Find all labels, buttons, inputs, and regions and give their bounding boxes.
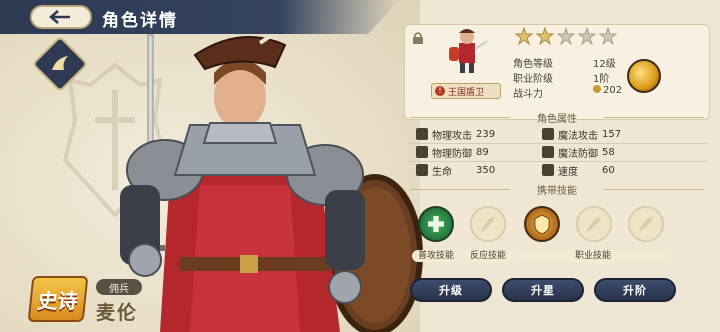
magic-wand-icon <box>542 128 554 140</box>
crest-shield-icon <box>534 214 550 235</box>
stat-magic-defense: 魔法防御 58 <box>542 144 690 160</box>
detail-panel: ! 王国盾卫 角色等级 12级 职业阶级 1阶 战斗力 202 角色属性 物理攻… <box>404 20 710 302</box>
magic-shield-icon <box>542 146 554 158</box>
class-skill-slot-1[interactable] <box>524 206 560 242</box>
class-skill-slot-2[interactable] <box>576 206 612 242</box>
level-up-button[interactable]: 升级 <box>410 278 492 302</box>
attributes-title: 角色属性 <box>404 110 710 125</box>
stat-speed: 速度 60 <box>542 162 690 178</box>
back-arrow-icon <box>49 10 70 24</box>
stat-magic-attack: 魔法攻击 157 <box>542 126 690 142</box>
skills-title: 携带技能 <box>404 182 710 197</box>
rarity-badge: 史诗 <box>27 276 89 322</box>
star-empty-icon <box>578 27 596 45</box>
feather-icon <box>480 216 496 232</box>
page-title: 角色详情 <box>102 11 178 31</box>
heal-cross-icon <box>428 216 444 232</box>
star-icon <box>515 27 533 45</box>
normal-skill-label: 普攻技能 <box>412 250 460 262</box>
rank-up-button[interactable]: 升阶 <box>594 278 676 302</box>
normal-skill-slot[interactable] <box>418 206 454 242</box>
star-icon <box>536 27 554 45</box>
feather-icon <box>638 216 654 232</box>
character-sprite <box>449 29 488 73</box>
info-row-rank: 职业阶级 1阶 <box>513 74 610 85</box>
power-icon <box>593 85 601 93</box>
game-screen: 角色详情 史诗 佣兵 麦伦 ! 王国盾卫 角色等级 12级 职业阶级 1阶 战斗… <box>0 0 720 332</box>
reaction-skill-label: 反应技能 <box>464 250 512 262</box>
back-button[interactable] <box>30 5 92 29</box>
wing-crest-icon <box>52 56 68 70</box>
class-skill-gem[interactable] <box>627 59 661 93</box>
star-empty-icon <box>599 27 617 45</box>
info-row-power: 战斗力 202 <box>513 85 623 100</box>
sword-icon <box>416 128 428 140</box>
class-skill-slot-3[interactable] <box>628 206 664 242</box>
heart-icon <box>416 164 428 176</box>
feather-icon <box>586 216 602 232</box>
power-value: 202 <box>593 85 622 96</box>
info-card: ! 王国盾卫 角色等级 12级 职业阶级 1阶 战斗力 202 <box>404 24 710 120</box>
star-rating <box>515 27 617 45</box>
reaction-skill-slot[interactable] <box>470 206 506 242</box>
character-name: 麦伦 <box>96 302 139 324</box>
boot-icon <box>542 164 554 176</box>
faction-badge: ! 王国盾卫 <box>431 83 501 99</box>
lock-icon[interactable] <box>411 31 425 45</box>
info-row-level: 角色等级 12级 <box>513 59 616 70</box>
faction-icon: ! <box>435 86 445 96</box>
star-up-button[interactable]: 升星 <box>502 278 584 302</box>
faction-label: 王国盾卫 <box>448 87 485 98</box>
role-tag: 佣兵 <box>96 279 142 295</box>
star-empty-icon <box>557 27 575 45</box>
class-skill-label: 职业技能 <box>518 250 668 262</box>
shield-icon <box>416 146 428 158</box>
